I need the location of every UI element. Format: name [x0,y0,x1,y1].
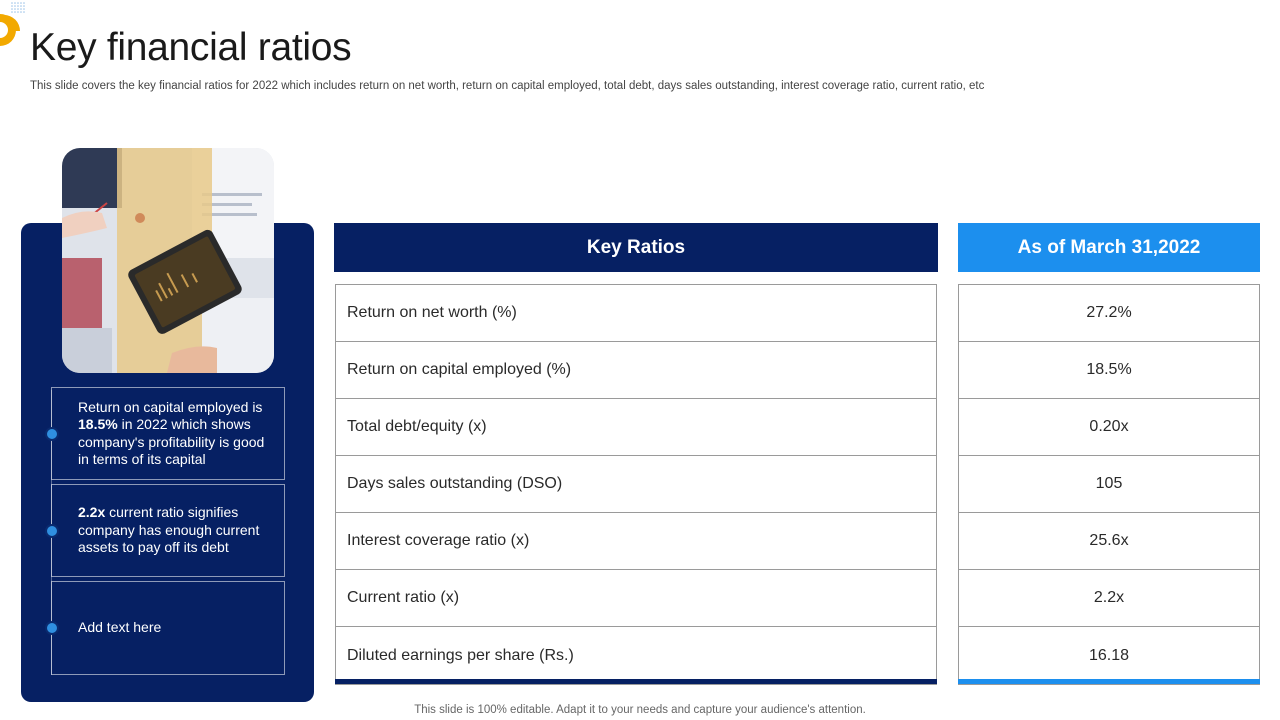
table-row: Days sales outstanding (DSO) [336,456,936,513]
table-row: 2.2x [959,570,1259,627]
corner-logo-icon [0,2,25,46]
footer-note: This slide is 100% editable. Adapt it to… [414,704,866,716]
table-row: 0.20x [959,399,1259,456]
bullet-dot-icon [45,523,59,538]
table-row: 16.18 [1088,646,1130,664]
table-row: Interest coverage ratio (x) [336,513,936,570]
table-row: Total debt/equity (x) [336,399,936,456]
info-box-placeholder: Add text here [45,581,285,675]
tablet-photo [62,148,274,373]
key-ratios-header: Key Ratios [334,223,938,272]
table-row: Return on net worth (%) [336,285,936,342]
table-row: 105 [959,456,1259,513]
table-row: Current ratio (x) [336,570,936,627]
page-subtitle: This slide covers the key financial rati… [30,80,985,92]
table-row: 25.6x [959,513,1259,570]
table-row: 27.2% [959,285,1259,342]
bullet-dot-icon [45,621,59,635]
page-title: Key financial ratios [30,26,352,69]
table-underline-navy [335,679,937,684]
ratio-labels-table: Return on net worth (%) Return on capita… [335,284,937,685]
info-box-current-ratio: 2.2x current ratio signifies company has… [45,484,285,577]
ratio-values-table: 27.2% 18.5% 0.20x 105 25.6x 2.2x 16.18 [958,284,1260,685]
table-row: Diluted earnings per share (Rs.) [347,646,574,664]
bullet-dot-icon [45,426,59,441]
date-header: As of March 31,2022 [958,223,1260,272]
table-row: 18.5% [959,342,1259,399]
table-underline-blue [958,679,1260,684]
table-row: Return on capital employed (%) [336,342,936,399]
info-text: Add text here [78,619,162,636]
info-text: 2.2x current ratio signifies company has… [78,504,260,556]
info-text: Return on capital employed is 18.5% in 2… [78,398,265,468]
info-box-roce: Return on capital employed is 18.5% in 2… [45,387,285,480]
